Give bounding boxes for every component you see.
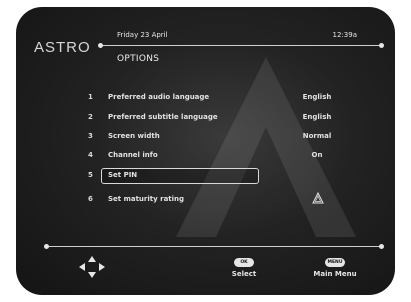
menu-item-number: 4	[88, 151, 93, 159]
main-menu-button[interactable]: MENU Main Menu	[310, 258, 360, 284]
menu-item-maturity-rating[interactable]: 6 Set maturity rating	[16, 192, 395, 208]
select-button-label: Select	[231, 270, 257, 278]
header-time: 12:39a	[332, 31, 357, 39]
menu-key-icon: MENU	[325, 258, 345, 267]
footer-divider	[44, 244, 384, 249]
menu-item-label: Preferred audio language	[108, 93, 210, 101]
select-button[interactable]: OK Select	[224, 258, 264, 284]
header-divider	[98, 43, 384, 48]
menu-item-value: On	[311, 151, 323, 159]
menu-item-number: 5	[88, 171, 93, 179]
menu-item-subtitle-language[interactable]: 2 Preferred subtitle language English	[16, 112, 395, 126]
menu-item-audio-language[interactable]: 1 Preferred audio language English	[16, 92, 395, 106]
main-menu-button-label: Main Menu	[313, 270, 357, 278]
astro-watermark-icon	[176, 57, 356, 237]
header-divider-dot-left	[98, 43, 103, 48]
menu-item-value: English	[302, 113, 332, 121]
menu-item-channel-info[interactable]: 4 Channel info On	[16, 150, 395, 164]
tv-screen: ASTRO Friday 23 April 12:39a OPTIONS 1 P…	[16, 7, 395, 295]
menu-item-label: Channel info	[108, 151, 158, 159]
header-date: Friday 23 April	[117, 31, 168, 39]
menu-item-label: Set PIN	[108, 171, 138, 179]
menu-item-label: Set maturity rating	[108, 195, 185, 203]
menu-item-value: English	[302, 93, 332, 101]
page-title: OPTIONS	[117, 54, 160, 64]
ok-key-icon: OK	[234, 258, 254, 267]
header-divider-dot-right	[379, 43, 384, 48]
footer-divider-dot-left	[44, 244, 49, 249]
warning-triangle-icon	[312, 192, 324, 204]
menu-item-number: 2	[88, 113, 93, 121]
astro-logo: ASTRO	[34, 39, 91, 56]
menu-item-number: 1	[88, 93, 93, 101]
footer-divider-dot-right	[379, 244, 384, 249]
direction-arrows-icon	[79, 256, 105, 278]
menu-item-screen-width[interactable]: 3 Screen width Normal	[16, 131, 395, 145]
menu-item-label: Screen width	[108, 132, 160, 140]
menu-item-value: Normal	[302, 132, 332, 140]
menu-item-label: Preferred subtitle language	[108, 113, 218, 121]
menu-item-number: 6	[88, 195, 93, 203]
menu-item-set-pin[interactable]: 5 Set PIN	[16, 168, 395, 184]
menu-item-number: 3	[88, 132, 93, 140]
